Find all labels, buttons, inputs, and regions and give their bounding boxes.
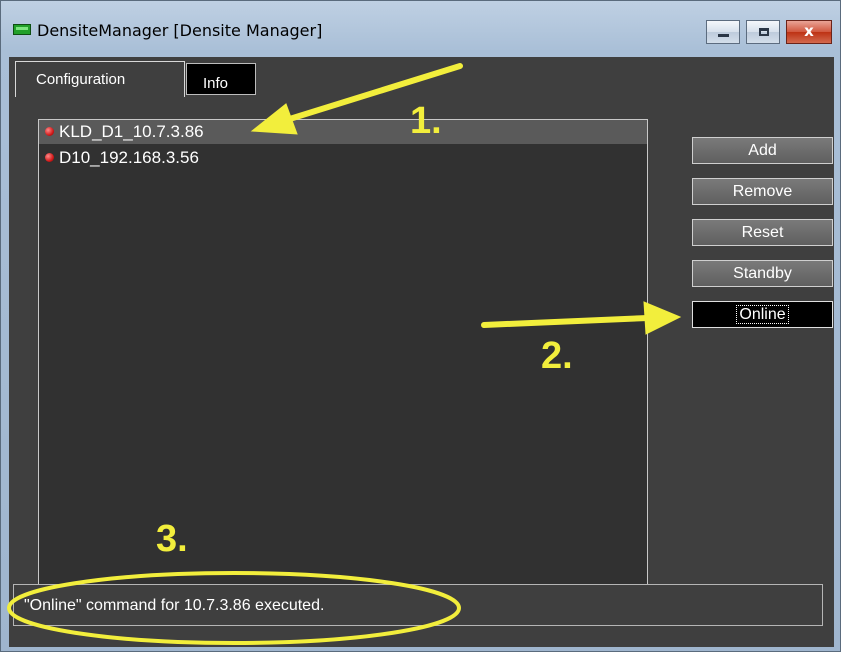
online-button[interactable]: Online bbox=[692, 301, 833, 328]
standby-button[interactable]: Standby bbox=[692, 260, 833, 287]
tab-configuration[interactable]: Configuration bbox=[15, 61, 185, 97]
device-row-kld-d1[interactable]: KLD_D1_10.7.3.86 bbox=[39, 120, 647, 144]
device-name: D10_192.168.3.56 bbox=[59, 148, 199, 167]
maximize-button[interactable] bbox=[746, 20, 780, 44]
maximize-icon bbox=[759, 28, 769, 36]
minimize-icon bbox=[718, 34, 729, 37]
window-title: DensiteManager [Densite Manager] bbox=[37, 21, 323, 40]
densite-manager-window: DensiteManager [Densite Manager] x Confi… bbox=[0, 0, 841, 652]
reset-button[interactable]: Reset bbox=[692, 219, 833, 246]
annotation-step-1: 1. bbox=[410, 100, 442, 142]
window-controls: x bbox=[706, 20, 832, 44]
device-row-d10[interactable]: D10_192.168.3.56 bbox=[39, 146, 647, 170]
annotation-step-2: 2. bbox=[541, 335, 573, 377]
client-area: Configuration Info KLD_D1_10.7.3.86 D10_… bbox=[9, 57, 834, 647]
tab-strip: Configuration Info bbox=[9, 57, 834, 97]
minimize-button[interactable] bbox=[706, 20, 740, 44]
tab-info[interactable]: Info bbox=[186, 63, 256, 95]
close-button[interactable]: x bbox=[786, 20, 832, 44]
status-dot-icon bbox=[45, 127, 54, 136]
online-button-label: Online bbox=[736, 305, 789, 324]
add-button[interactable]: Add bbox=[692, 137, 833, 164]
status-bar: "Online" command for 10.7.3.86 executed. bbox=[13, 584, 823, 626]
close-icon: x bbox=[804, 22, 814, 40]
status-dot-icon bbox=[45, 153, 54, 162]
device-name: KLD_D1_10.7.3.86 bbox=[59, 122, 204, 141]
annotation-step-3: 3. bbox=[156, 518, 188, 560]
status-message: "Online" command for 10.7.3.86 executed. bbox=[24, 597, 325, 614]
remove-button[interactable]: Remove bbox=[692, 178, 833, 205]
app-icon bbox=[13, 24, 31, 35]
title-bar[interactable]: DensiteManager [Densite Manager] x bbox=[1, 1, 840, 57]
